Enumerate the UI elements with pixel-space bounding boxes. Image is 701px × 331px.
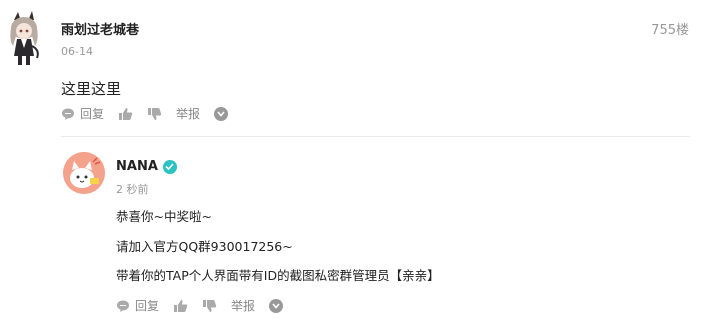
chevron-down-icon (214, 106, 229, 121)
username[interactable]: NANA (116, 159, 177, 174)
comment-actions: 回复 举报 (116, 297, 297, 314)
comment-icon (116, 299, 130, 313)
reply-label: 回复 (135, 299, 160, 313)
dislike-button[interactable] (202, 299, 217, 313)
comment-line: 请加入官方QQ群930017256~ (116, 239, 293, 254)
reply-button[interactable]: 回复 (116, 297, 159, 314)
comment-icon (61, 107, 75, 121)
more-dropdown[interactable] (269, 298, 284, 313)
like-button[interactable] (173, 299, 188, 313)
floor-number: 755楼 (651, 23, 689, 38)
more-dropdown[interactable] (214, 106, 229, 121)
avatar[interactable] (4, 10, 46, 68)
comment-thread: 雨划过老城巷 06-14 755楼 这里这里 回复 举报 NANA 2 秒前 恭… (0, 0, 701, 331)
reply-button[interactable]: 回复 (61, 105, 104, 122)
thumbs-down-icon (202, 299, 217, 313)
report-label: 举报 (231, 299, 256, 313)
post-date: 06-14 (61, 45, 93, 58)
report-button[interactable]: 举报 (231, 297, 255, 314)
post-time: 2 秒前 (116, 183, 149, 196)
report-button[interactable]: 举报 (176, 105, 200, 122)
dislike-button[interactable] (147, 107, 162, 121)
comment-line: 恭喜你~中奖啦~ (116, 209, 212, 224)
comment-actions: 回复 举报 (61, 105, 242, 122)
thumbs-up-icon (173, 299, 188, 313)
username-label: NANA (116, 159, 158, 174)
verified-icon (162, 159, 177, 174)
reply-label: 回复 (80, 107, 105, 121)
thumbs-down-icon (147, 107, 162, 121)
like-button[interactable] (118, 107, 133, 121)
comment-text: 这里这里 (61, 80, 122, 98)
avatar[interactable] (63, 152, 105, 194)
report-label: 举报 (176, 107, 201, 121)
thumbs-up-icon (118, 107, 133, 121)
username[interactable]: 雨划过老城巷 (61, 19, 139, 38)
comment-line: 带着你的TAP个人界面带有ID的截图私密群管理员【亲亲】 (116, 268, 440, 283)
divider (61, 136, 690, 137)
chevron-down-icon (269, 298, 284, 313)
